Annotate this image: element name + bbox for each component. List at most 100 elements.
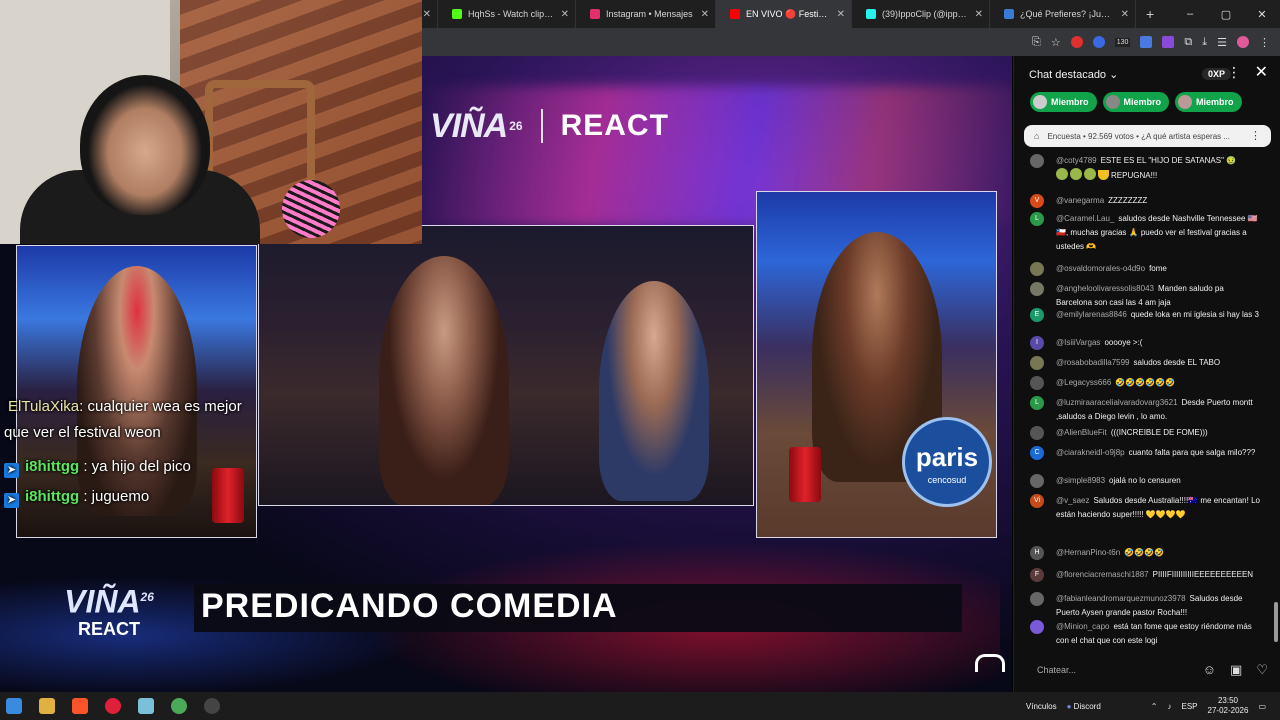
chat-message[interactable]: V @vanegarma ZZZZZZZZ bbox=[1030, 194, 1262, 208]
chat-author[interactable]: @Minion_capo bbox=[1056, 622, 1109, 631]
member-chip[interactable]: Miembro bbox=[1030, 92, 1097, 112]
tab-close-icon[interactable]: ✕ bbox=[837, 9, 845, 20]
avatar[interactable]: E bbox=[1030, 308, 1044, 322]
maximize-button[interactable]: ▢ bbox=[1208, 8, 1244, 21]
chat-author[interactable]: @Legacyss666 bbox=[1056, 378, 1111, 387]
heart-icon[interactable]: ♡ bbox=[1256, 662, 1268, 678]
media-player-icon[interactable] bbox=[105, 698, 121, 714]
tray-overflow-icon[interactable]: ⌃ bbox=[1151, 702, 1158, 711]
bookmark-star-icon[interactable]: ☆ bbox=[1051, 36, 1061, 49]
chat-mode-dropdown[interactable]: Chat destacado ⌄ bbox=[1029, 68, 1118, 81]
chat-author[interactable]: @luzmiraaracelialvaradovarg3621 bbox=[1056, 398, 1178, 407]
minimize-button[interactable]: ‒ bbox=[1172, 8, 1208, 20]
browser-tab[interactable]: ¿Qué Prefieres? ¡Juega en ✕ bbox=[990, 0, 1136, 28]
chat-author[interactable]: @fabianleandromarquezmunoz3978 bbox=[1056, 594, 1186, 603]
avatar[interactable] bbox=[1030, 376, 1044, 390]
avatar[interactable] bbox=[1030, 262, 1044, 276]
tab-close-icon[interactable]: ✕ bbox=[701, 9, 709, 20]
notifications-icon[interactable]: ▭ bbox=[1258, 702, 1266, 711]
chat-author[interactable]: @HernanPino-t6n bbox=[1056, 548, 1120, 557]
browser-tab[interactable]: Instagram • Mensajes ✕ bbox=[576, 0, 716, 28]
member-chip[interactable]: Miembro bbox=[1102, 92, 1170, 112]
chat-author[interactable]: @ciarakneidl-o9j8p bbox=[1056, 448, 1125, 457]
chat-message[interactable]: E @emilylarenas8846 quede loka en mi igles… bbox=[1030, 308, 1262, 322]
browser-tab[interactable]: EN VIVO 🔴 Festival d ✕ bbox=[716, 0, 852, 28]
chat-message[interactable]: L @luzmiraaracelialvaradovarg3621 Desde Pu… bbox=[1030, 396, 1262, 424]
notes-app-icon[interactable] bbox=[138, 698, 154, 714]
tab-close-icon[interactable]: ✕ bbox=[975, 9, 983, 20]
chat-author[interactable]: @Caramel.Lau_ bbox=[1056, 214, 1114, 223]
discord-tray-item[interactable]: ● Discord bbox=[1067, 702, 1101, 711]
close-window-button[interactable]: ✕ bbox=[1244, 8, 1280, 21]
avatar[interactable]: H bbox=[1030, 546, 1044, 560]
member-chip[interactable]: Miembro bbox=[1175, 92, 1242, 112]
chat-message[interactable]: @Minion_capo está tan fome que estoy rién… bbox=[1030, 620, 1262, 648]
chat-author[interactable]: @v_saez bbox=[1056, 496, 1089, 505]
chrome-browser-icon[interactable] bbox=[171, 698, 187, 714]
chat-message[interactable]: @angheloolivaressolis8043 Manden saludo p… bbox=[1030, 282, 1262, 310]
avatar[interactable]: V bbox=[1030, 194, 1044, 208]
chat-input[interactable]: Chatear... bbox=[1026, 659, 1176, 683]
avatar[interactable] bbox=[1030, 474, 1044, 488]
chat-message[interactable]: H @HernanPino-t6n 🤣🤣🤣🤣 bbox=[1030, 546, 1262, 560]
tab-close-icon[interactable]: ✕ bbox=[1121, 9, 1129, 20]
chat-message[interactable]: @fabianleandromarquezmunoz3978 Saludos de… bbox=[1030, 592, 1262, 620]
clock[interactable]: 23:50 27-02-2026 bbox=[1208, 696, 1249, 716]
chat-author[interactable]: @emilylarenas8846 bbox=[1056, 310, 1127, 319]
file-explorer-icon[interactable] bbox=[39, 698, 55, 714]
chat-author[interactable]: @coty4789 bbox=[1056, 156, 1097, 165]
chat-author[interactable]: @simple8983 bbox=[1056, 476, 1105, 485]
avatar[interactable] bbox=[1030, 592, 1044, 606]
close-icon[interactable]: ✕ bbox=[1255, 62, 1268, 82]
avatar[interactable]: C bbox=[1030, 446, 1044, 460]
new-tab-button[interactable]: + bbox=[1136, 6, 1164, 22]
avatar[interactable] bbox=[1030, 620, 1044, 634]
chat-message[interactable]: C @ciarakneidl-o9j8p cuanto falta para que… bbox=[1030, 446, 1262, 460]
chat-message[interactable]: L @Caramel.Lau_ saludos desde Nashville Te… bbox=[1030, 212, 1262, 254]
chat-message[interactable]: @coty4789 ESTE ES EL "HIJO DE SATANAS" 🤢 R… bbox=[1030, 154, 1262, 183]
extension-icon[interactable] bbox=[1070, 36, 1083, 48]
browser-tab[interactable]: (39)IppoClip (@ippoclip) | ✕ bbox=[852, 0, 990, 28]
chat-message[interactable]: Vi @v_saez Saludos desde Australia!!!!🇦🇺 m… bbox=[1030, 494, 1262, 522]
chat-author[interactable]: @vanegarma bbox=[1056, 196, 1104, 205]
chat-message[interactable]: F @florenciacremaschi1887 PIIIIFIIIIIIIIII… bbox=[1030, 568, 1262, 582]
avatar[interactable]: L bbox=[1030, 396, 1044, 410]
language-indicator[interactable]: ESP bbox=[1182, 702, 1198, 711]
links-toolbar[interactable]: Vínculos bbox=[1026, 702, 1057, 711]
poll-more-icon[interactable]: ⋮ bbox=[1250, 129, 1261, 142]
tab-close-icon[interactable]: ✕ bbox=[423, 9, 431, 20]
avatar[interactable] bbox=[1030, 426, 1044, 440]
chat-message[interactable]: @osvaldomorales-o4d9o fome bbox=[1030, 262, 1262, 276]
avatar[interactable]: I bbox=[1030, 336, 1044, 350]
avatar[interactable] bbox=[1030, 356, 1044, 370]
super-chat-icon[interactable]: ▣ bbox=[1230, 662, 1242, 678]
chat-message[interactable]: @Legacyss666 🤣🤣🤣🤣🤣🤣 bbox=[1030, 376, 1262, 390]
chat-author[interactable]: @angheloolivaressolis8043 bbox=[1056, 284, 1154, 293]
avatar[interactable]: F bbox=[1030, 568, 1044, 582]
avatar[interactable] bbox=[1030, 282, 1044, 296]
cast-icon[interactable]: ⎘ bbox=[1032, 36, 1041, 49]
chat-author[interactable]: @rosabobadilla7599 bbox=[1056, 358, 1130, 367]
extension-icon[interactable] bbox=[1162, 36, 1175, 48]
emoji-icon[interactable]: ☺ bbox=[1203, 662, 1216, 678]
volume-icon[interactable]: ♪ bbox=[1168, 702, 1172, 711]
chat-author[interactable]: @florenciacremaschi1887 bbox=[1056, 570, 1149, 579]
avatar[interactable] bbox=[1030, 154, 1044, 168]
poll-banner[interactable]: ⌂ Encuesta • 92.569 votos • ¿A qué artis… bbox=[1024, 125, 1271, 147]
chat-more-icon[interactable]: ⋮ bbox=[1227, 64, 1241, 81]
extension-badge[interactable]: 130 bbox=[1114, 37, 1131, 47]
brave-browser-icon[interactable] bbox=[72, 698, 88, 714]
download-icon[interactable]: ⤓ bbox=[1202, 36, 1207, 49]
avatar[interactable]: Vi bbox=[1030, 494, 1044, 508]
obs-icon[interactable] bbox=[204, 698, 220, 714]
chat-message[interactable]: @simple8983 ojalá no lo censuren bbox=[1030, 474, 1262, 488]
extensions-puzzle-icon[interactable]: ⧉ bbox=[1184, 36, 1192, 49]
avatar[interactable]: L bbox=[1030, 212, 1044, 226]
chat-message[interactable]: I @IsiiiVargas ooooye >:( bbox=[1030, 336, 1262, 350]
windows-start-icon[interactable] bbox=[6, 698, 22, 714]
tab-close-icon[interactable]: ✕ bbox=[561, 9, 569, 20]
browser-menu-icon[interactable]: ⋮ bbox=[1259, 36, 1270, 49]
chat-author[interactable]: @AlienBlueFit bbox=[1056, 428, 1107, 437]
chat-message[interactable]: @rosabobadilla7599 saludos desde EL TABO bbox=[1030, 356, 1262, 370]
profile-avatar-icon[interactable] bbox=[1237, 36, 1249, 48]
